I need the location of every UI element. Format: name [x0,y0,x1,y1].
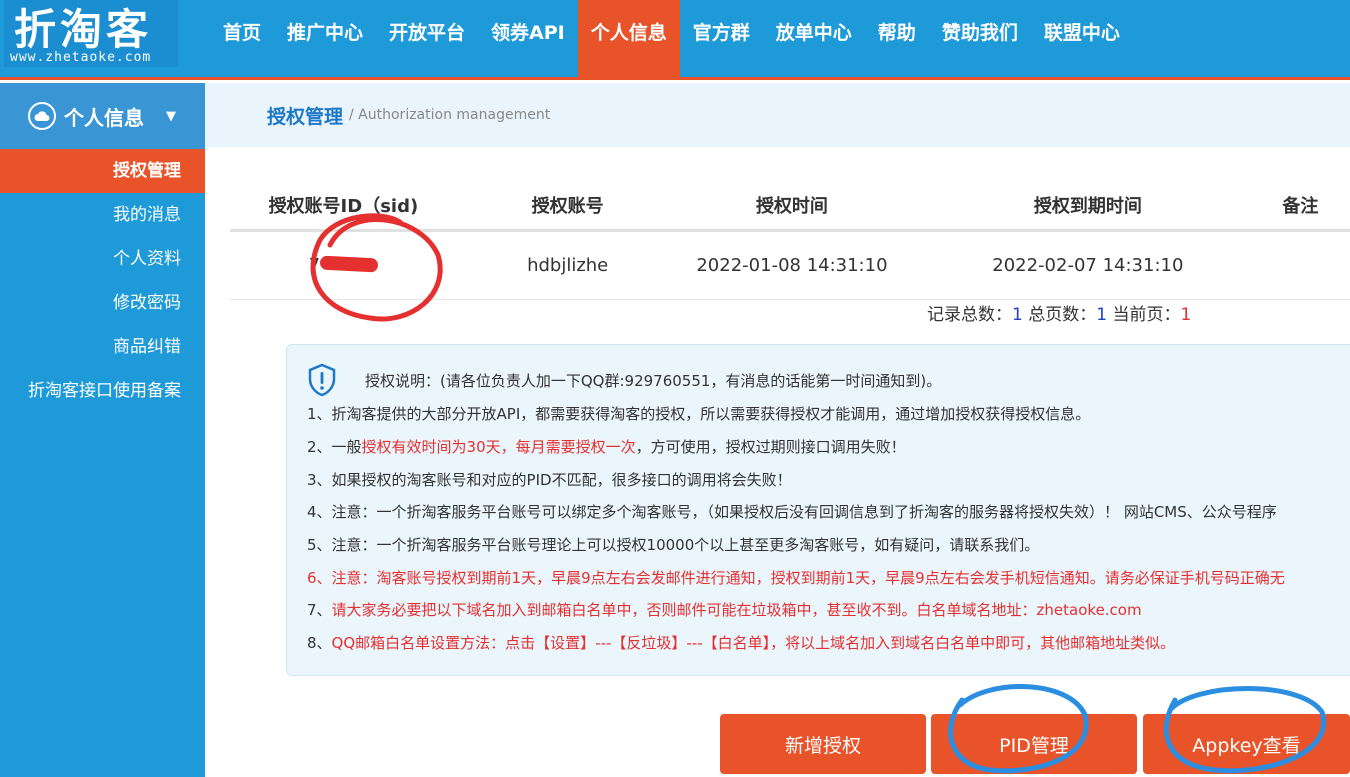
sidebar-item-profile[interactable]: 个人资料 [0,237,205,281]
notice-line-4: 4、注意：一个折淘客服务平台账号可以绑定多个淘客账号，（如果授权后没有回调信息到… [307,503,1277,521]
notice-line-8-a: 8、 [307,634,332,652]
notice-line-6: 6、注意：淘客账号授权到期前1天，早晨9点左右会发邮件进行通知，授权到期前1天，… [307,569,1285,587]
notice-line-8-b: QQ邮箱白名单设置方法：点击【设置】---【反垃圾】---【白名单】，将以上域名… [331,634,1176,652]
current-label: 当前页： [1107,305,1181,325]
pagination-info: 记录总数：1 总页数：1 当前页：1 [927,300,1191,325]
nav-open-platform[interactable]: 开放平台 [376,0,478,80]
table-row[interactable]: 7 hdbjlizhe 2022-01-08 14:31:10 2022-02-… [230,232,1350,300]
notice-line-8: 8、QQ邮箱白名单设置方法：点击【设置】---【反垃圾】---【白名单】，将以上… [307,632,1175,653]
total-label: 记录总数： [927,305,1012,325]
top-navbar: 折淘客 www.zhetaoke.com 首页 推广中心 开放平台 领券API … [0,0,1350,80]
shield-icon [308,363,336,397]
pid-management-button[interactable]: PID管理 [931,714,1137,774]
notice-head: 授权说明：(请各位负责人加一下QQ群:929760551，有消息的话能第一时间通… [307,363,941,397]
notice-line-2-c: ，方可使用，授权过期则接口调用失败！ [635,438,906,456]
col-remark: 备注 [1282,195,1319,217]
sidebar-item-api-filing[interactable]: 折淘客接口使用备案 [0,369,205,413]
col-account: 授权账号 [531,195,604,217]
notice-line-7-b: 请大家务必要把以下域名加入到邮箱白名单中，否则邮件可能在垃圾箱中，甚至收不到。白… [331,601,1142,619]
nav-sponsor[interactable]: 赞助我们 [929,0,1031,80]
sidebar: 个人信息 ▼ 授权管理 我的消息 个人资料 修改密码 商品纠错 折淘客接口使用备… [0,83,205,777]
nav-coupon-api[interactable]: 领券API [478,0,578,80]
main-nav: 首页 推广中心 开放平台 领券API 个人信息 官方群 放单中心 帮助 赞助我们… [210,0,1133,80]
col-auth-time: 授权时间 [755,195,828,217]
nav-home[interactable]: 首页 [210,0,274,80]
notice-line-2: 2、一般授权有效时间为30天，每月需要授权一次，方可使用，授权过期则接口调用失败… [307,436,906,457]
sidebar-item-change-password[interactable]: 修改密码 [0,281,205,325]
nav-promotion[interactable]: 推广中心 [274,0,376,80]
col-sid: 授权账号ID（sid) [268,195,419,217]
page-title: 授权管理 [267,105,344,128]
add-auth-button[interactable]: 新增授权 [720,714,926,774]
notice-line-3: 3、如果授权的淘客账号和对应的PID不匹配，很多接口的调用将会失败！ [307,471,792,489]
notice-line-2-a: 2、一般 [307,438,362,456]
cell-expire-time: 2022-02-07 14:31:10 [992,255,1184,276]
nav-alliance[interactable]: 联盟中心 [1031,0,1133,80]
nav-personal-info[interactable]: 个人信息 [577,0,680,80]
auth-table: 授权账号ID（sid) 授权账号 授权时间 授权到期时间 备注 7 hdbjli… [230,180,1350,300]
notice-line-7: 7、请大家务必要把以下域名加入到邮箱白名单中，否则邮件可能在垃圾箱中，甚至收不到… [307,599,1142,620]
notice-line-2-b: 授权有效时间为30天，每月需要授权一次 [361,438,636,456]
sidebar-item-auth-management[interactable]: 授权管理 [0,149,205,193]
sidebar-item-messages[interactable]: 我的消息 [0,193,205,237]
sidebar-item-product-correction[interactable]: 商品纠错 [0,325,205,369]
page-count: 1 [1096,305,1108,325]
table-header: 授权账号ID（sid) 授权账号 授权时间 授权到期时间 备注 [230,180,1350,232]
notice-line-7-a: 7、 [307,601,332,619]
sidebar-header[interactable]: 个人信息 ▼ [0,83,205,149]
current-page: 1 [1180,305,1192,325]
redaction-mark [319,255,379,273]
breadcrumb: 授权管理 / Authorization management [205,83,1350,147]
logo-url: www.zhetaoke.com [10,50,152,65]
cell-sid: 7 [230,255,457,276]
notice-head-text: 授权说明：(请各位负责人加一下QQ群:929760551，有消息的话能第一时间通… [365,371,942,390]
logo-text: 折淘客 [14,5,153,54]
notice-line-5: 5、注意：一个折淘客服务平台账号理论上可以授权10000个以上甚至更多淘客账号，… [307,536,1040,554]
site-logo[interactable]: 折淘客 www.zhetaoke.com [4,0,178,67]
cell-auth-time: 2022-01-08 14:31:10 [696,255,888,276]
nav-help[interactable]: 帮助 [865,0,929,80]
notice-line-1: 1、折淘客提供的大部分开放API，都需要获得淘客的授权，所以需要获得授权才能调用… [307,405,1091,423]
pages-label: 总页数： [1022,305,1097,325]
total-count: 1 [1012,305,1023,325]
nav-official-group[interactable]: 官方群 [680,0,763,80]
auth-notice: 授权说明：(请各位负责人加一下QQ群:929760551，有消息的话能第一时间通… [286,344,1350,676]
caret-down-icon: ▼ [166,108,176,124]
appkey-view-button[interactable]: Appkey查看 [1143,714,1350,774]
sid-value: 7 [308,255,321,276]
page-subtitle: / Authorization management [349,107,551,123]
cell-account: hdbjlizhe [527,255,609,276]
sidebar-header-label: 个人信息 [64,105,144,130]
col-expire-time: 授权到期时间 [1033,195,1142,217]
nav-order-center[interactable]: 放单中心 [763,0,865,80]
cloud-icon [28,102,56,130]
